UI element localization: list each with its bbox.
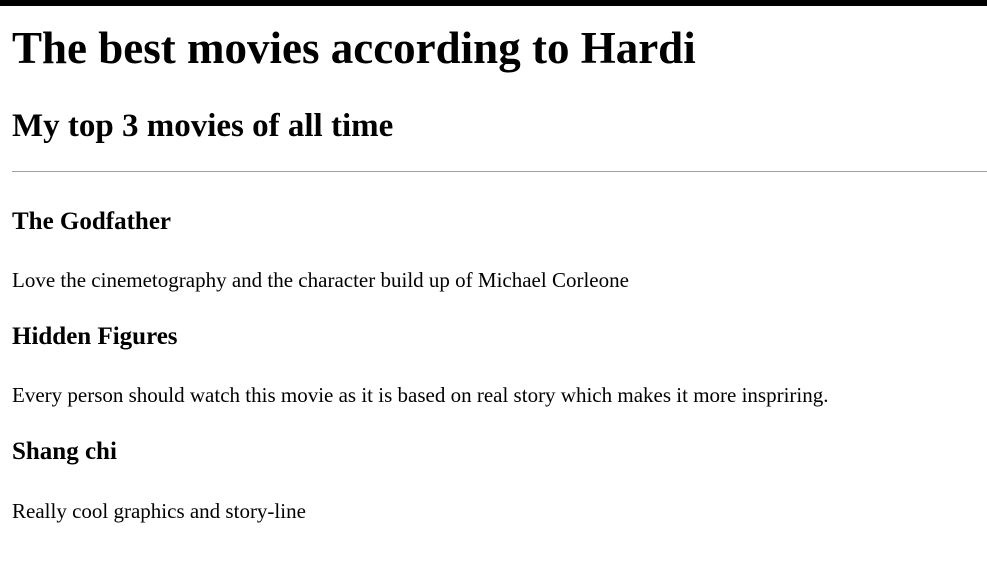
page-subtitle: My top 3 movies of all time [12, 108, 394, 144]
movie-title-1: The Godfather [12, 208, 172, 235]
top-border-bar [0, 0, 987, 6]
movie-description-1: Love the cinemetography and the characte… [12, 268, 629, 292]
page-title: The best movies according to Hardi [12, 23, 696, 73]
movie-description-3: Really cool graphics and story-line [12, 499, 306, 523]
divider [12, 171, 987, 172]
movie-description-2: Every person should watch this movie as … [12, 383, 829, 407]
movie-title-2: Hidden Figures [12, 323, 178, 350]
movie-title-3: Shang chi [12, 438, 117, 465]
